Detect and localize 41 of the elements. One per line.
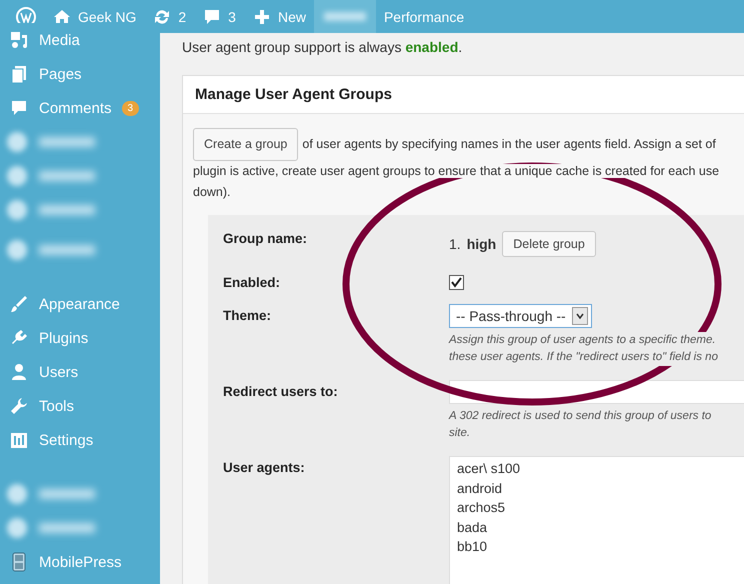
sidebar-item[interactable]: Media [39, 32, 80, 48]
notice-text: User agent group support is always enabled. [182, 39, 464, 55]
sidebar-item[interactable]: Appearance [39, 296, 120, 312]
sidebar-item[interactable]: Tools [39, 398, 74, 414]
admin-bar-link[interactable]: 2 [178, 8, 186, 24]
admin-bar-link[interactable]: New [278, 8, 306, 24]
field-label: Group name: [223, 230, 308, 246]
delete-group-button[interactable]: Delete group [502, 231, 596, 257]
media-icon [9, 30, 29, 50]
field-label: Redirect users to: [223, 383, 339, 399]
sidebar-item[interactable]: Comments [39, 100, 112, 116]
help-text: Assign this group of user agents to a specific theme. [449, 332, 716, 349]
admin-bar-link[interactable]: Performance [376, 0, 472, 33]
sidebar-item[interactable]: Settings [39, 432, 94, 448]
help-text: these user agents. If the "redirect users to" field is no [449, 349, 718, 366]
theme-select[interactable]: -- Pass-through -- [449, 304, 592, 328]
sidebar-item[interactable]: Plugins [39, 330, 88, 346]
group-number: 1. [449, 236, 461, 252]
user-icon [9, 362, 29, 382]
field-label: User agents: [223, 459, 306, 475]
sidebar-item[interactable]: MobilePress [39, 554, 122, 570]
speech-bubble-icon [9, 98, 29, 118]
user-agents-textarea[interactable]: acer\ s100 android archos5 bada bb10 [449, 456, 744, 584]
create-group-button[interactable]: Create a group [193, 128, 298, 161]
field-label: Theme: [223, 307, 272, 323]
panel-title: Manage User Agent Groups [183, 76, 744, 114]
paintbrush-icon [9, 294, 29, 314]
sliders-icon [9, 430, 29, 450]
admin-bar-link[interactable]: Geek NG [78, 8, 136, 24]
enabled-checkbox[interactable] [449, 275, 464, 290]
intro-text: plugin is active, create user agent groups to ensure that a unique cache is created for each use [193, 164, 720, 178]
admin-bar-link[interactable]: 3 [228, 8, 236, 24]
intro-text: of user agents by specifying names in the user agents field. Assign a set of [302, 137, 716, 151]
field-label: Enabled: [223, 274, 282, 290]
dropdown-caret-icon[interactable] [572, 307, 588, 325]
sidebar-item[interactable]: Users [39, 364, 78, 380]
count-badge: 3 [122, 100, 140, 116]
sidebar-item[interactable]: Pages [39, 66, 82, 82]
wrench-icon [9, 396, 29, 416]
intro-text: down). [193, 185, 231, 199]
group-name: high [466, 236, 496, 252]
